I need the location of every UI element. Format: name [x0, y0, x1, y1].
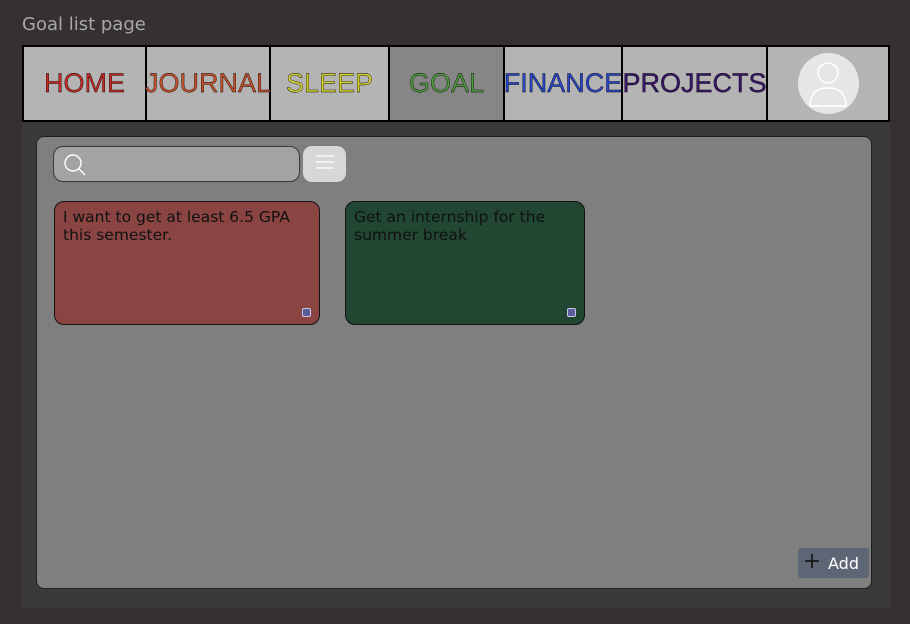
- goal-checkbox[interactable]: [302, 308, 311, 317]
- tab-sleep[interactable]: SLEEP: [271, 47, 390, 120]
- goal-card[interactable]: I want to get at least 6.5 GPA this seme…: [54, 201, 320, 325]
- add-button-label: Add: [828, 553, 859, 573]
- goal-checkbox[interactable]: [567, 308, 576, 317]
- user-avatar-icon[interactable]: [797, 53, 859, 114]
- tab-goal[interactable]: GOAL: [390, 47, 505, 120]
- page-title: Goal list page: [22, 14, 146, 35]
- search-icon: [63, 153, 87, 182]
- goal-card[interactable]: Get an internship for the summer break: [345, 201, 585, 325]
- app-frame: HOME JOURNAL SLEEP GOAL FINANCE PROJECTS: [22, 45, 890, 608]
- tab-projects[interactable]: PROJECTS: [622, 47, 768, 120]
- hamburger-icon: [315, 154, 335, 175]
- filter-menu-button[interactable]: [303, 146, 346, 182]
- add-goal-button[interactable]: Add: [798, 548, 869, 578]
- search-bar[interactable]: [53, 146, 300, 182]
- goal-list-panel: I want to get at least 6.5 GPA this seme…: [36, 136, 872, 589]
- tab-journal[interactable]: JOURNAL: [145, 47, 271, 120]
- tab-finance[interactable]: FINANCE: [504, 47, 623, 120]
- profile-tab[interactable]: [768, 47, 888, 120]
- plus-icon: [804, 553, 820, 573]
- search-input[interactable]: [94, 151, 294, 177]
- tab-home[interactable]: HOME: [24, 47, 147, 120]
- goal-card-text: Get an internship for the summer break: [354, 208, 546, 244]
- goal-card-text: I want to get at least 6.5 GPA this seme…: [63, 208, 290, 244]
- top-navigation: HOME JOURNAL SLEEP GOAL FINANCE PROJECTS: [22, 45, 890, 122]
